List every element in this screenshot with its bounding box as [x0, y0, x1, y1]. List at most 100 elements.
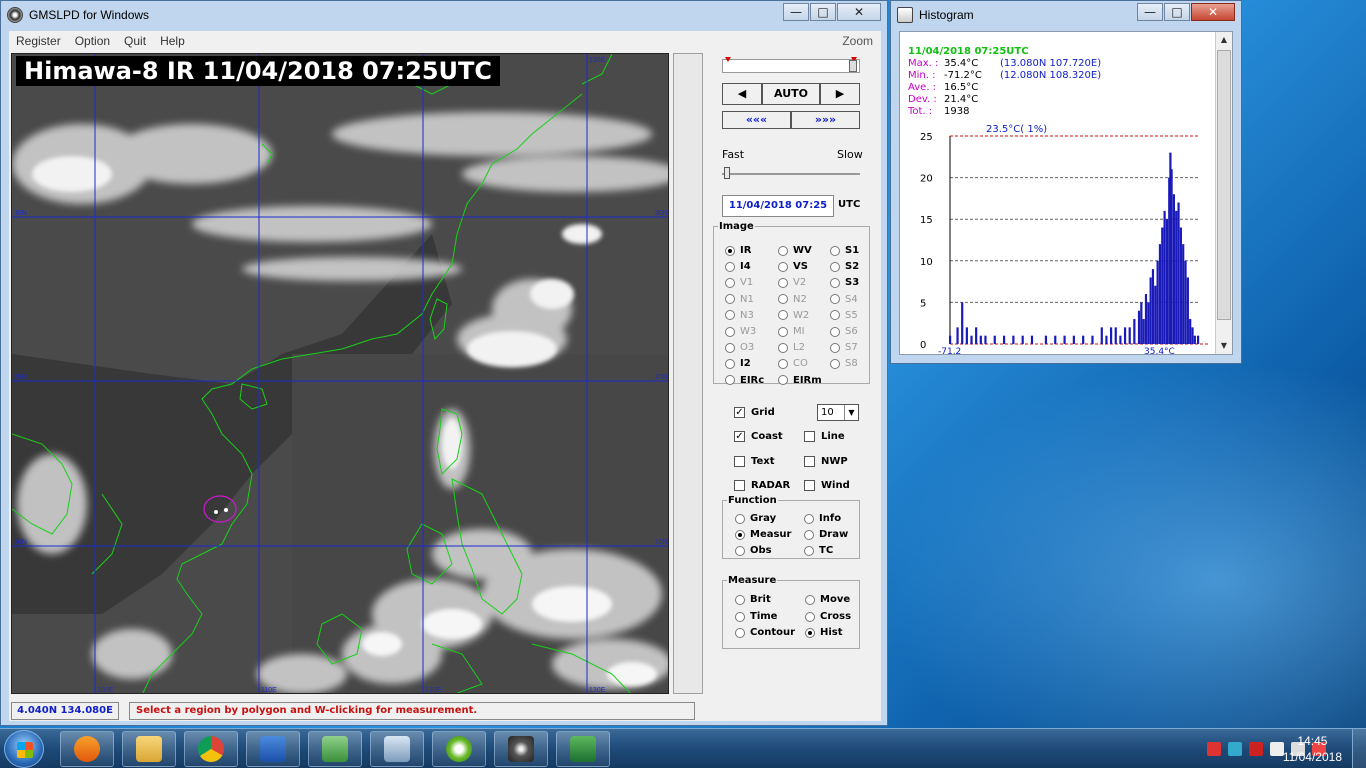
network-app-icon[interactable]	[1228, 742, 1242, 756]
radio-button[interactable]	[725, 310, 735, 321]
satellite-image[interactable]: Himawa-8 IR 11/04/2018 07:25UTC 130E 30N…	[11, 53, 669, 694]
close-button[interactable]: ✕	[837, 3, 881, 21]
maximize-button[interactable]: □	[810, 3, 836, 21]
radio-button[interactable]	[725, 245, 735, 256]
function-option-draw[interactable]: Draw	[804, 529, 848, 540]
measure-option-cross[interactable]: Cross	[805, 611, 851, 622]
taskbar-app-transfer[interactable]	[308, 731, 362, 767]
taskbar-word[interactable]	[246, 731, 300, 767]
image-option-i4[interactable]: I4	[725, 261, 751, 272]
taskbar-excel[interactable]	[556, 731, 610, 767]
taskbar-app-window[interactable]	[370, 731, 424, 767]
radio-button[interactable]	[778, 245, 788, 256]
radio-button[interactable]	[725, 326, 735, 337]
start-button[interactable]	[4, 730, 44, 768]
radio-button[interactable]	[778, 310, 788, 321]
radio-button[interactable]	[805, 611, 815, 622]
frame-slider-thumb[interactable]	[849, 60, 857, 72]
taskbar-explorer[interactable]	[122, 731, 176, 767]
radio-button[interactable]	[805, 627, 815, 638]
speed-slider-thumb[interactable]	[724, 167, 730, 179]
checkbox[interactable]	[734, 480, 745, 491]
image-option-vs[interactable]: VS	[778, 261, 808, 272]
main-titlebar[interactable]: GMSLPD for Windows — □ ✕	[1, 1, 887, 29]
radio-button[interactable]	[725, 277, 735, 288]
histogram-titlebar[interactable]: Histogram — □ ✕	[891, 1, 1241, 29]
taskbar-app-green[interactable]	[432, 731, 486, 767]
radio-button[interactable]	[805, 594, 815, 605]
image-option-eirm[interactable]: EIRm	[778, 375, 822, 386]
menu-option[interactable]: Option	[68, 34, 117, 48]
radio-button[interactable]	[830, 277, 840, 288]
hist-maximize-button[interactable]: □	[1164, 3, 1190, 21]
overlay-text[interactable]: Text	[734, 456, 775, 467]
overlay-line[interactable]: Line	[804, 431, 845, 442]
radio-button[interactable]	[725, 375, 735, 386]
checkbox[interactable]	[804, 480, 815, 491]
image-option-eirc[interactable]: EIRc	[725, 375, 764, 386]
auto-button[interactable]: AUTO	[762, 83, 820, 105]
image-option-s4[interactable]: S4	[830, 294, 858, 305]
radio-button[interactable]	[778, 375, 788, 386]
image-option-mi[interactable]: MI	[778, 326, 805, 337]
function-option-gray[interactable]: Gray	[735, 513, 776, 524]
function-option-obs[interactable]: Obs	[735, 545, 772, 556]
function-option-tc[interactable]: TC	[804, 545, 833, 556]
radio-button[interactable]	[778, 342, 788, 353]
image-option-n2[interactable]: N2	[778, 294, 807, 305]
radio-button[interactable]	[735, 513, 745, 524]
image-option-s5[interactable]: S5	[830, 310, 858, 321]
image-option-co[interactable]: CO	[778, 358, 808, 369]
radio-button[interactable]	[725, 261, 735, 272]
radio-button[interactable]	[778, 294, 788, 305]
radio-button[interactable]	[725, 342, 735, 353]
checkbox[interactable]: ✓	[734, 407, 745, 418]
function-option-info[interactable]: Info	[804, 513, 841, 524]
radio-button[interactable]	[804, 513, 814, 524]
radio-button[interactable]	[735, 594, 745, 605]
menu-help[interactable]: Help	[153, 34, 192, 48]
image-option-o3[interactable]: O3	[725, 342, 754, 353]
radio-button[interactable]	[804, 545, 814, 556]
image-option-ir[interactable]: IR	[725, 245, 751, 256]
frame-slider[interactable]	[722, 57, 860, 73]
taskbar-chrome[interactable]	[184, 731, 238, 767]
radio-button[interactable]	[830, 310, 840, 321]
image-option-w3[interactable]: W3	[725, 326, 756, 337]
radio-button[interactable]	[830, 358, 840, 369]
hist-minimize-button[interactable]: —	[1137, 3, 1163, 21]
antivirus-icon[interactable]	[1249, 742, 1263, 756]
radio-button[interactable]	[725, 358, 735, 369]
measure-option-brit[interactable]: Brit	[735, 594, 771, 605]
taskbar-media-player[interactable]	[60, 731, 114, 767]
radio-button[interactable]	[830, 294, 840, 305]
datetime-field[interactable]: 11/04/2018 07:25	[722, 195, 834, 217]
image-option-s1[interactable]: S1	[830, 245, 859, 256]
scroll-thumb[interactable]	[1217, 50, 1231, 320]
image-option-s8[interactable]: S8	[830, 358, 858, 369]
image-option-i2[interactable]: I2	[725, 358, 751, 369]
scroll-down-icon[interactable]: ▼	[1216, 338, 1232, 354]
menu-zoom[interactable]: Zoom	[842, 34, 873, 48]
histogram-scrollbar[interactable]: ▲ ▼	[1215, 32, 1232, 354]
radio-button[interactable]	[735, 545, 745, 556]
overlay-radar[interactable]: RADAR	[734, 480, 790, 491]
rewind-button[interactable]: «««	[722, 111, 791, 129]
overlay-nwp[interactable]: NWP	[804, 456, 848, 467]
next-frame-button[interactable]: ▶	[820, 83, 860, 105]
minimize-button[interactable]: —	[783, 3, 809, 21]
menu-register[interactable]: Register	[9, 34, 68, 48]
radio-button[interactable]	[725, 294, 735, 305]
overlay-wind[interactable]: Wind	[804, 480, 850, 491]
image-option-l2[interactable]: L2	[778, 342, 805, 353]
fast-forward-button[interactable]: »»»	[791, 111, 860, 129]
radio-button[interactable]	[778, 326, 788, 337]
radio-button[interactable]	[735, 611, 745, 622]
radio-button[interactable]	[830, 261, 840, 272]
measure-option-move[interactable]: Move	[805, 594, 850, 605]
radio-button[interactable]	[804, 529, 814, 540]
radio-button[interactable]	[830, 245, 840, 256]
image-option-n3[interactable]: N3	[725, 310, 754, 321]
image-scroll-strip[interactable]	[673, 53, 703, 694]
radio-button[interactable]	[735, 627, 745, 638]
